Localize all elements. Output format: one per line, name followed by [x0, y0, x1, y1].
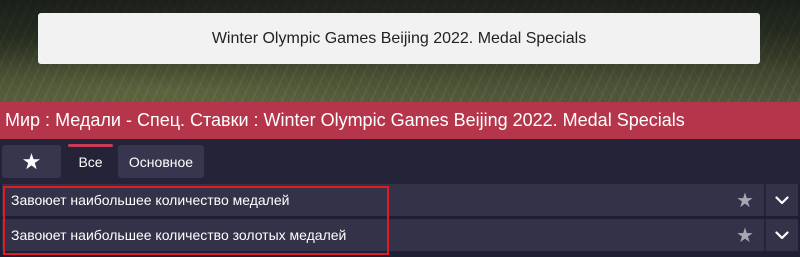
star-icon: ★	[21, 148, 42, 174]
market-label: Завоюет наибольшее количество золотых ме…	[11, 227, 347, 243]
market-row[interactable]: Завоюет наибольшее количество медалей ★	[2, 184, 798, 216]
market-label: Завоюет наибольшее количество медалей	[11, 192, 290, 208]
breadcrumb-text: Мир : Медали - Спец. Ставки : Winter Oly…	[5, 110, 685, 130]
star-icon[interactable]: ★	[732, 184, 758, 216]
row-divider	[764, 184, 766, 216]
row-divider	[764, 219, 766, 251]
event-banner: Winter Olympic Games Beijing 2022. Medal…	[0, 0, 800, 102]
tab-main-label: Основное	[128, 153, 194, 170]
chevron-down-icon[interactable]	[768, 184, 796, 216]
chevron-down-icon[interactable]	[768, 219, 796, 251]
star-icon[interactable]: ★	[732, 219, 758, 251]
favorites-tab[interactable]: ★	[2, 145, 61, 178]
market-tabs: ★ Все Основное	[0, 139, 800, 184]
event-title: Winter Olympic Games Beijing 2022. Medal…	[211, 29, 587, 47]
tab-main[interactable]: Основное	[118, 145, 204, 178]
breadcrumb: Мир : Медали - Спец. Ставки : Winter Oly…	[0, 102, 800, 139]
tab-all-label: Все	[78, 153, 103, 170]
tab-all[interactable]: Все	[68, 144, 113, 178]
event-title-card: Winter Olympic Games Beijing 2022. Medal…	[38, 13, 760, 64]
market-row[interactable]: Завоюет наибольшее количество золотых ме…	[2, 219, 798, 251]
